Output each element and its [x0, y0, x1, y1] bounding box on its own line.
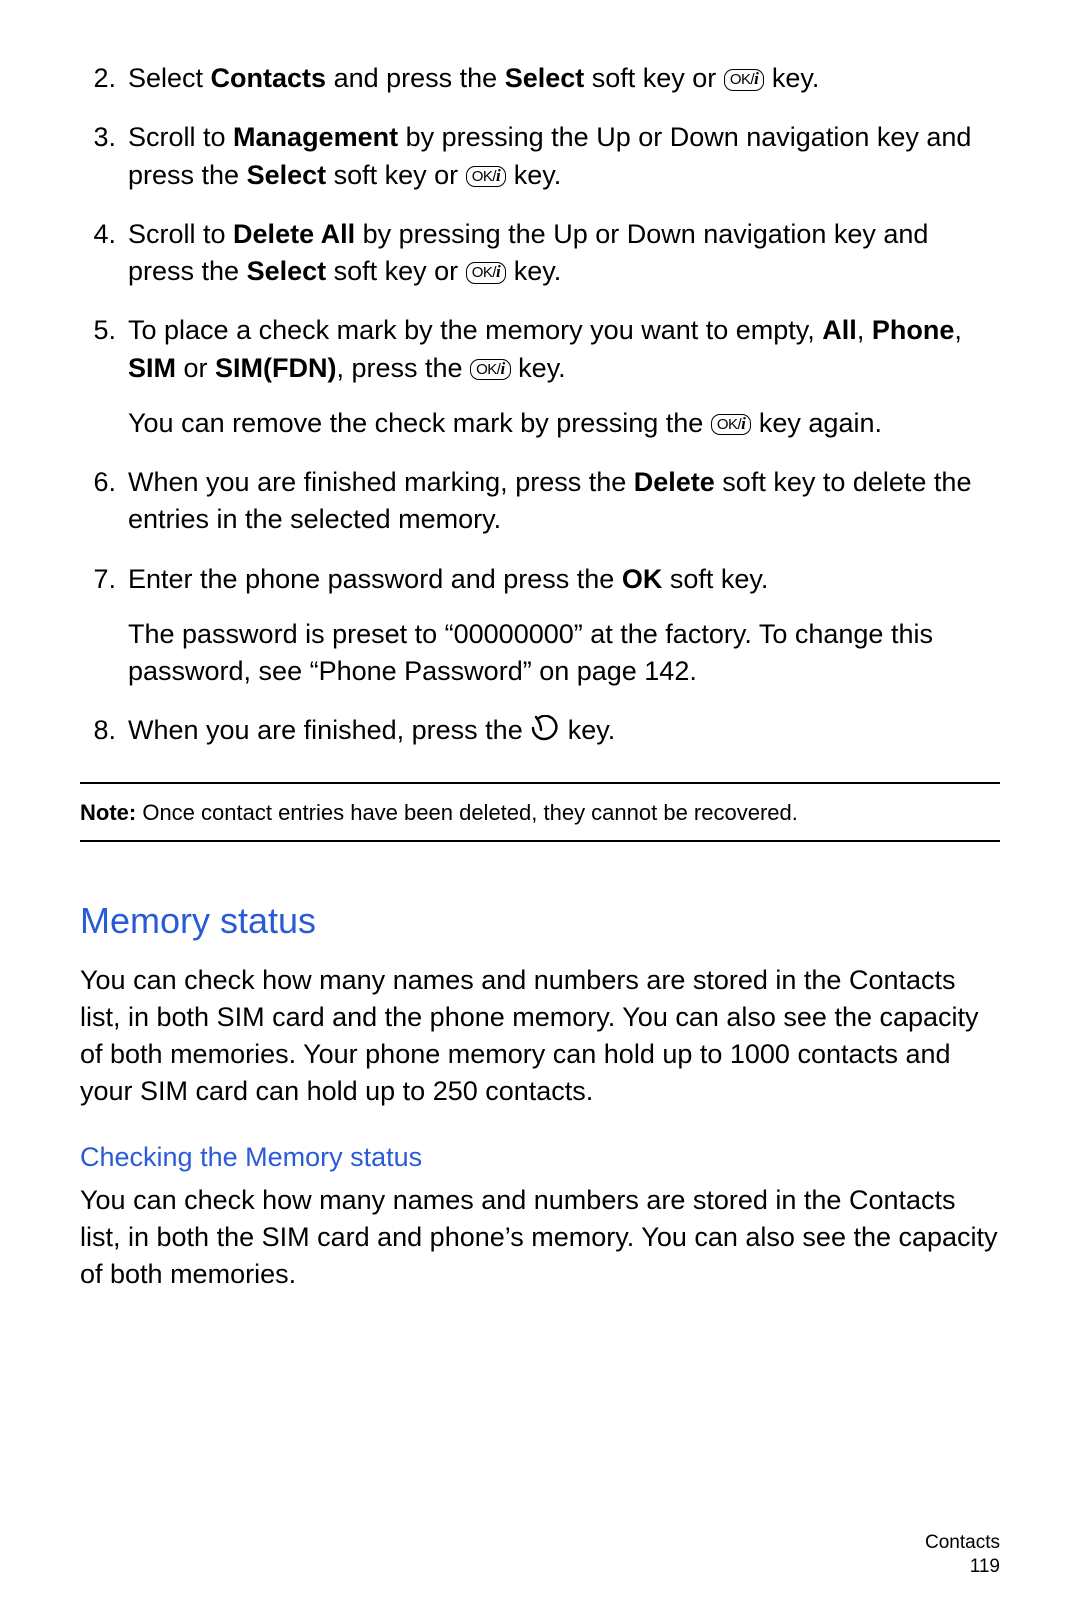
text-run: soft key or [326, 256, 466, 286]
step-item: 5.To place a check mark by the memory yo… [80, 312, 1000, 442]
bold-text: OK [622, 564, 663, 594]
bold-text: SIM [128, 353, 176, 383]
step-number: 8. [80, 712, 128, 749]
bold-text: Select [247, 160, 327, 190]
text-run: soft key or [584, 63, 724, 93]
step-paragraph: To place a check mark by the memory you … [128, 312, 1000, 387]
step-paragraph: Enter the phone password and press the O… [128, 561, 1000, 598]
text-run: Select [128, 63, 211, 93]
text-run: soft key or [326, 160, 466, 190]
footer-section-name: Contacts [925, 1531, 1000, 1556]
text-run: , press the [337, 353, 471, 383]
bold-text: Contacts [211, 63, 327, 93]
step-paragraph: The password is preset to “00000000” at … [128, 616, 1000, 691]
ok-key-icon: OK/i [466, 166, 507, 188]
step-number: 5. [80, 312, 128, 349]
note-divider-bottom [80, 840, 1000, 842]
text-run: Enter the phone password and press the [128, 564, 622, 594]
text-run: key again. [751, 408, 882, 438]
footer-page-number: 119 [925, 1555, 1000, 1580]
ok-key-icon: OK/i [470, 359, 511, 381]
note-divider-top [80, 782, 1000, 784]
step-paragraph: When you are finished, press the key. [128, 712, 1000, 749]
text-run: When you are finished marking, press the [128, 467, 634, 497]
step-body: When you are finished, press the key. [128, 712, 1000, 749]
text-run: , [857, 315, 872, 345]
text-run: key. [560, 715, 615, 745]
step-item: 3.Scroll to Management by pressing the U… [80, 119, 1000, 194]
step-body: When you are finished marking, press the… [128, 464, 1000, 539]
subsection-heading: Checking the Memory status [80, 1139, 1000, 1176]
step-item: 4.Scroll to Delete All by pressing the U… [80, 216, 1000, 291]
text-run: , [954, 315, 962, 345]
text-run: You can remove the check mark by pressin… [128, 408, 711, 438]
section-paragraph: You can check how many names and numbers… [80, 962, 1000, 1111]
step-item: 6.When you are finished marking, press t… [80, 464, 1000, 539]
text-run: The password is preset to “00000000” at … [128, 619, 933, 686]
step-item: 8.When you are finished, press the key. [80, 712, 1000, 749]
text-run: soft key. [662, 564, 768, 594]
step-number: 7. [80, 561, 128, 598]
note-text: Note: Once contact entries have been del… [80, 798, 1000, 828]
ok-key-icon: OK/i [724, 69, 765, 91]
text-run: Scroll to [128, 219, 233, 249]
step-number: 3. [80, 119, 128, 156]
text-run: and press the [326, 63, 505, 93]
ok-key-icon: OK/i [711, 414, 752, 436]
step-paragraph: You can remove the check mark by pressin… [128, 405, 1000, 442]
section-heading: Memory status [80, 896, 1000, 946]
page-content: 2.Select Contacts and press the Select s… [80, 60, 1000, 1294]
step-number: 6. [80, 464, 128, 501]
steps-list: 2.Select Contacts and press the Select s… [80, 60, 1000, 750]
step-number: 4. [80, 216, 128, 253]
bold-text: Delete [634, 467, 715, 497]
bold-text: Delete All [233, 219, 355, 249]
step-paragraph: Select Contacts and press the Select sof… [128, 60, 1000, 97]
bold-text: Select [247, 256, 327, 286]
ok-key-icon: OK/i [466, 262, 507, 284]
step-paragraph: Scroll to Management by pressing the Up … [128, 119, 1000, 194]
step-item: 7.Enter the phone password and press the… [80, 561, 1000, 691]
note-body: Once contact entries have been deleted, … [136, 800, 798, 825]
subsection-paragraph: You can check how many names and numbers… [80, 1182, 1000, 1294]
step-paragraph: Scroll to Delete All by pressing the Up … [128, 216, 1000, 291]
step-item: 2.Select Contacts and press the Select s… [80, 60, 1000, 97]
text-run: or [176, 353, 215, 383]
text-run: key. [506, 256, 561, 286]
text-run: key. [511, 353, 566, 383]
text-run: key. [764, 63, 819, 93]
bold-text: SIM(FDN) [215, 353, 336, 383]
note-label: Note: [80, 800, 136, 825]
bold-text: Select [505, 63, 585, 93]
end-call-key-icon [530, 714, 560, 751]
bold-text: Phone [872, 315, 955, 345]
step-body: Select Contacts and press the Select sof… [128, 60, 1000, 97]
text-run: When you are finished, press the [128, 715, 530, 745]
step-body: Enter the phone password and press the O… [128, 561, 1000, 691]
text-run: key. [506, 160, 561, 190]
text-run: Scroll to [128, 122, 233, 152]
step-body: Scroll to Delete All by pressing the Up … [128, 216, 1000, 291]
step-paragraph: When you are finished marking, press the… [128, 464, 1000, 539]
text-run: To place a check mark by the memory you … [128, 315, 822, 345]
bold-text: All [822, 315, 857, 345]
page-footer: Contacts 119 [925, 1531, 1000, 1580]
step-body: Scroll to Management by pressing the Up … [128, 119, 1000, 194]
step-number: 2. [80, 60, 128, 97]
step-body: To place a check mark by the memory you … [128, 312, 1000, 442]
bold-text: Management [233, 122, 398, 152]
